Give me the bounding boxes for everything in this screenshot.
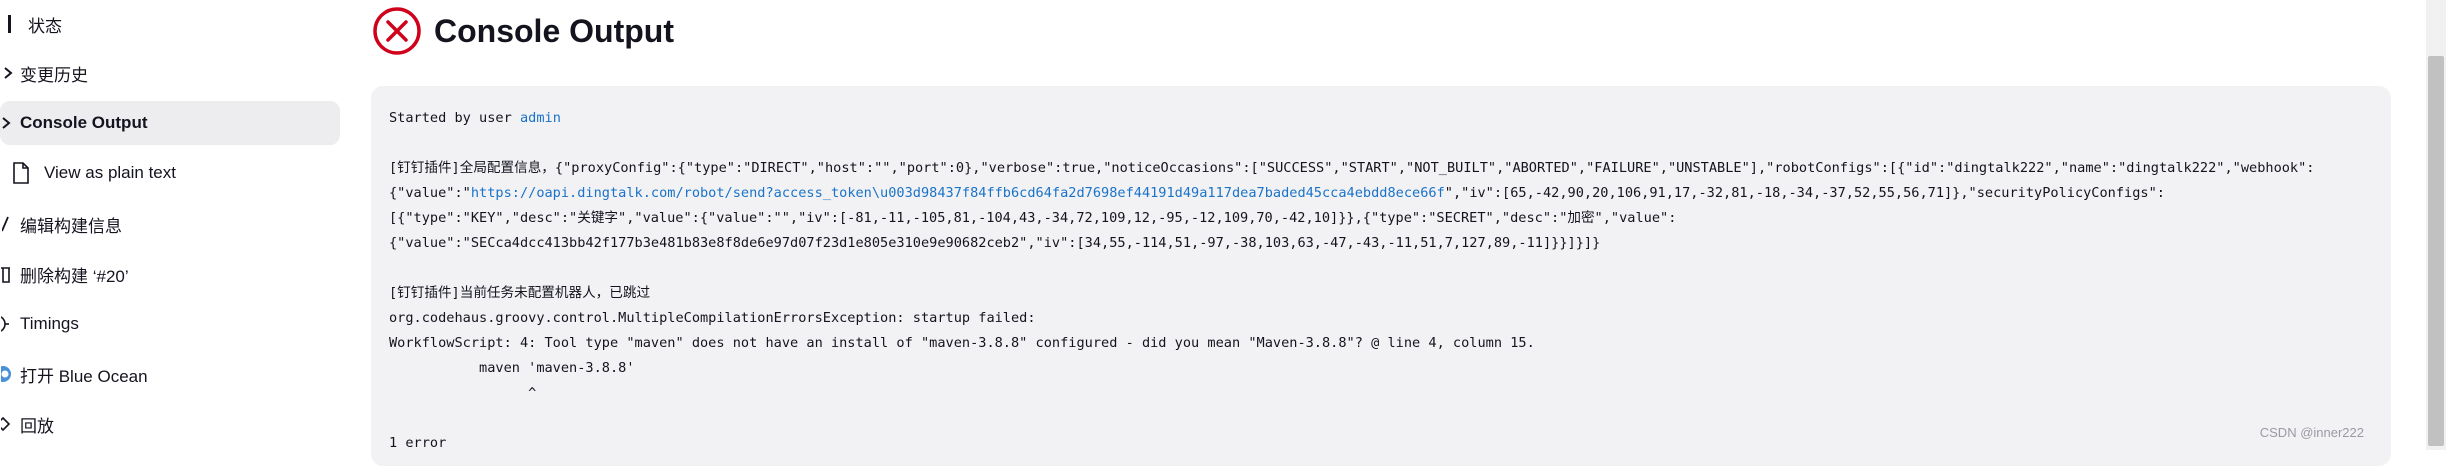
console-output: Started by user admin [钉钉插件]全局配置信息，{"pro… [371,86,2391,466]
console-line: maven 'maven-3.8.8' [389,360,635,376]
sidebar-item-label: 打开 Blue Ocean [20,366,148,386]
sidebar-item-label: 状态 [28,16,62,36]
status-icon [0,13,22,35]
console-line-started-by: Started by user admin [389,106,2373,131]
edit-icon [0,213,14,235]
console-line: ^ [389,385,537,401]
sidebar-item-label: View as plain text [44,163,176,182]
sidebar-item-replay[interactable]: 回放 [0,402,340,446]
scrollbar-thumb[interactable] [2428,56,2444,446]
console-line: WorkflowScript: 4: Tool type "maven" doe… [389,335,1535,351]
sidebar-item-label: Timings [20,314,79,333]
sidebar: 状态 变更历史 Console Output View as plain tex… [0,0,345,450]
sidebar-item-timings[interactable]: Timings [0,302,340,346]
started-by-text: Started by user [389,110,520,126]
replay-icon [0,413,14,435]
console-line: {"value":"SECca4dcc413bb42f177b3e481b83e… [389,235,1601,251]
user-link-admin[interactable]: admin [520,110,561,126]
console-line: {"value":"https://oapi.dingtalk.com/robo… [389,181,2373,206]
failure-status-icon [373,7,421,55]
console-text: ","iv":[65,-42,90,20,106,91,17,-32,81,-1… [1444,185,2165,201]
sidebar-item-status[interactable]: 状态 [0,2,340,46]
clock-icon [0,313,14,335]
console-line: 1 error [389,435,447,451]
sidebar-item-label: Console Output [20,113,148,132]
blue-ocean-icon [0,363,14,385]
watermark: CSDN @inner222 [2259,425,2364,440]
document-icon [10,162,32,184]
sidebar-item-changes[interactable]: 变更历史 [0,51,340,95]
sidebar-item-blue-ocean[interactable]: 打开 Blue Ocean [0,352,340,396]
page-title: Console Output [434,12,674,49]
console-line: [钉钉插件]当前任务未配置机器人，已跳过 [389,285,651,301]
sidebar-item-delete-build[interactable]: 删除构建 ‘#20’ [0,252,340,296]
sidebar-item-console-output[interactable]: Console Output [0,101,340,145]
page-header: Console Output [372,6,674,56]
sidebar-item-edit-build-info[interactable]: 编辑构建信息 [0,202,340,246]
console-line: [钉钉插件]全局配置信息，{"proxyConfig":{"type":"DIR… [389,160,2315,176]
sidebar-item-label: 变更历史 [20,65,88,85]
sidebar-item-plain-text[interactable]: View as plain text [0,151,340,195]
code-changes-icon [0,62,14,84]
sidebar-item-label: 编辑构建信息 [20,216,122,236]
sidebar-item-label: 删除构建 ‘#20’ [20,266,129,286]
webhook-link[interactable]: https://oapi.dingtalk.com/robot/send?acc… [471,185,1445,201]
terminal-icon [0,112,14,134]
console-text: {"value":" [389,185,471,201]
sidebar-item-label: 回放 [20,416,54,436]
scrollbar[interactable] [2426,0,2446,450]
console-line: org.codehaus.groovy.control.MultipleComp… [389,310,1036,326]
console-line: [{"type":"KEY","desc":"关键字","value":{"va… [389,210,1677,226]
trash-icon [0,263,14,285]
